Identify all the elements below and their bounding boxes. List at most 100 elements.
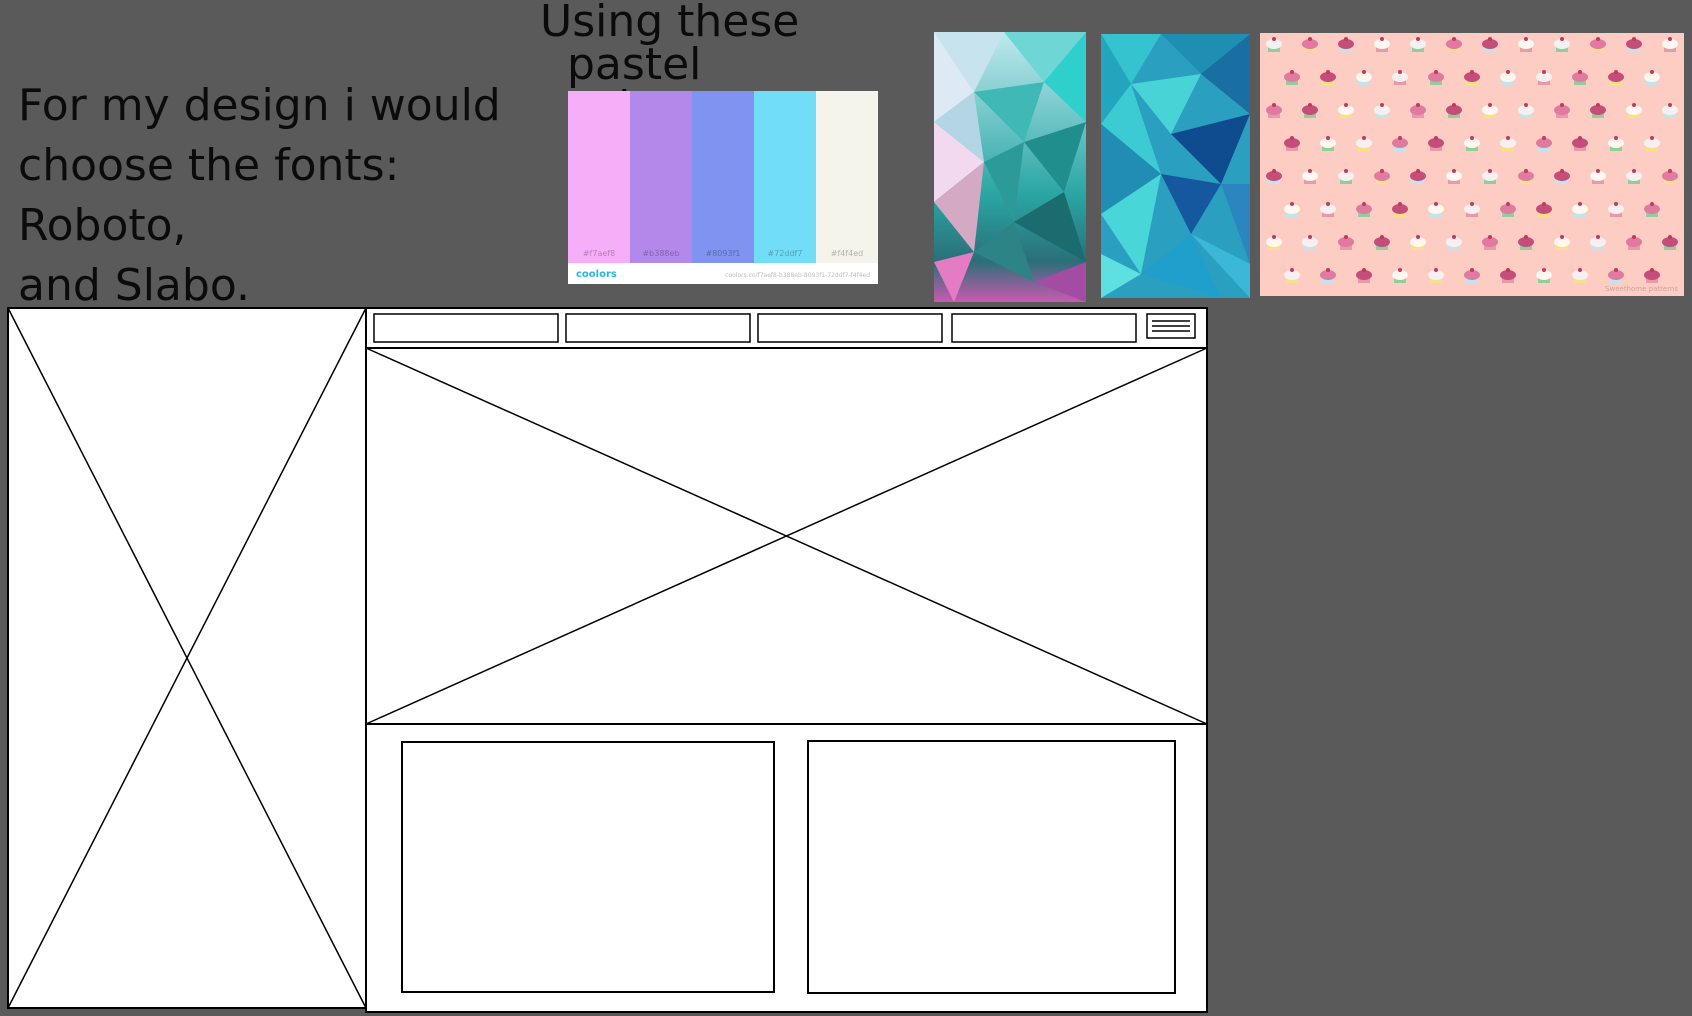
- cupcake-icon: [1356, 202, 1372, 217]
- cupcake-icon: [1572, 268, 1588, 283]
- cupcake-icon: [1338, 169, 1354, 184]
- cupcake-icon: [1500, 136, 1516, 151]
- nav-bar: [373, 313, 1196, 343]
- swatch-hex-label: #8093f1: [705, 249, 741, 258]
- cupcake-icon: [1554, 37, 1570, 52]
- content-box-right: [807, 740, 1176, 994]
- content-box-left: [401, 741, 775, 993]
- cupcake-icon: [1662, 103, 1678, 118]
- cupcake-icon: [1446, 169, 1462, 184]
- cupcake-icon: [1284, 268, 1300, 283]
- nav-item-placeholder[interactable]: [565, 313, 751, 343]
- cupcake-icon: [1482, 37, 1498, 52]
- cupcake-icon: [1392, 202, 1408, 217]
- cupcake-icon: [1320, 136, 1336, 151]
- cupcake-icon: [1374, 169, 1390, 184]
- cupcake-icon: [1428, 136, 1444, 151]
- sidebar-image-placeholder: [7, 307, 367, 1009]
- cupcake-icon: [1428, 202, 1444, 217]
- intro-line: For my design i would: [18, 80, 501, 131]
- cupcake-icon: [1302, 169, 1318, 184]
- nav-item-placeholder[interactable]: [757, 313, 943, 343]
- cupcake-icon: [1392, 268, 1408, 283]
- cupcake-icon: [1626, 169, 1642, 184]
- color-swatch: #f7aef8: [568, 91, 630, 263]
- nav-item-placeholder[interactable]: [951, 313, 1137, 343]
- cupcake-icon: [1500, 268, 1516, 283]
- cupcake-icon: [1464, 70, 1480, 85]
- cupcake-icon: [1572, 136, 1588, 151]
- cupcake-icon: [1482, 235, 1498, 250]
- cupcake-icon: [1266, 37, 1282, 52]
- cupcake-icon: [1608, 136, 1624, 151]
- cupcake-icon: [1320, 202, 1336, 217]
- cupcake-icon: [1590, 169, 1606, 184]
- intro-line: choose the fonts: Roboto,: [18, 140, 400, 251]
- cupcake-icon: [1662, 169, 1678, 184]
- intro-text: For my design i would choose the fonts: …: [18, 76, 563, 316]
- cupcake-icon: [1338, 103, 1354, 118]
- palette-heading-line: Using these: [540, 0, 800, 47]
- cupcake-icon: [1338, 235, 1354, 250]
- cupcake-icon: [1590, 103, 1606, 118]
- color-swatch: #72ddf7: [754, 91, 816, 263]
- cupcake-icon: [1374, 37, 1390, 52]
- cupcake-icon: [1338, 37, 1354, 52]
- cupcake-icon: [1626, 37, 1642, 52]
- cupcake-icon: [1302, 37, 1318, 52]
- cupcake-icon: [1518, 103, 1534, 118]
- cupcake-icon: [1392, 136, 1408, 151]
- wireframe-sketch: [7, 307, 1208, 1013]
- cupcake-icon: [1464, 268, 1480, 283]
- cupcake-icon: [1320, 70, 1336, 85]
- cupcake-icon: [1518, 169, 1534, 184]
- cupcake-icon: [1572, 202, 1588, 217]
- color-swatch: #8093f1: [692, 91, 754, 263]
- hamburger-menu-icon[interactable]: [1146, 313, 1196, 339]
- pastel-low-poly-image: [934, 32, 1086, 302]
- cupcake-icon: [1608, 202, 1624, 217]
- swatch-hex-label: #b388eb: [642, 249, 680, 258]
- cupcake-icon: [1644, 136, 1660, 151]
- cupcake-icon: [1554, 103, 1570, 118]
- cupcake-icon: [1608, 268, 1624, 283]
- cupcake-icon: [1446, 103, 1462, 118]
- cupcake-icon: [1356, 268, 1372, 283]
- swatch-hex-label: #f4f4ed: [830, 249, 864, 258]
- cupcake-icon: [1518, 37, 1534, 52]
- cupcake-icon: [1644, 268, 1660, 283]
- cupcake-pattern-image: Sweethome patterns: [1260, 33, 1684, 296]
- cupcake-icon: [1356, 136, 1372, 151]
- hero-image-placeholder: [365, 347, 1208, 725]
- cupcake-icon: [1536, 70, 1552, 85]
- cupcake-icon: [1410, 37, 1426, 52]
- cupcake-icon: [1626, 103, 1642, 118]
- cupcake-icon: [1356, 70, 1372, 85]
- cupcake-icon: [1644, 70, 1660, 85]
- cupcake-icon: [1662, 37, 1678, 52]
- cupcake-icon: [1482, 103, 1498, 118]
- cupcake-icon: [1374, 103, 1390, 118]
- cupcake-icon: [1446, 37, 1462, 52]
- cupcake-icon: [1266, 103, 1282, 118]
- cupcake-icon: [1428, 268, 1444, 283]
- cupcake-icon: [1464, 136, 1480, 151]
- cupcake-icon: [1536, 202, 1552, 217]
- cupcake-icon: [1626, 235, 1642, 250]
- cupcake-icon: [1284, 136, 1300, 151]
- cupcake-icon: [1302, 235, 1318, 250]
- cupcake-icon: [1644, 202, 1660, 217]
- cupcake-icon: [1608, 70, 1624, 85]
- swatch-hex-label: #f7aef8: [582, 249, 616, 258]
- pattern-caption: Sweethome patterns: [1605, 285, 1678, 293]
- cupcake-icon: [1554, 169, 1570, 184]
- swatch-row: #f7aef8 #b388eb #8093f1 #72ddf7 #f4f4ed: [568, 91, 878, 263]
- teal-low-poly-image: [1101, 34, 1250, 298]
- coolors-logo: coolors: [576, 269, 617, 280]
- color-palette-card: #f7aef8 #b388eb #8093f1 #72ddf7 #f4f4ed cool…: [568, 91, 878, 284]
- swatch-hex-label: #72ddf7: [767, 249, 803, 258]
- nav-item-placeholder[interactable]: [373, 313, 559, 343]
- cupcake-icon: [1536, 268, 1552, 283]
- cupcake-icon: [1554, 235, 1570, 250]
- cupcake-icon: [1464, 202, 1480, 217]
